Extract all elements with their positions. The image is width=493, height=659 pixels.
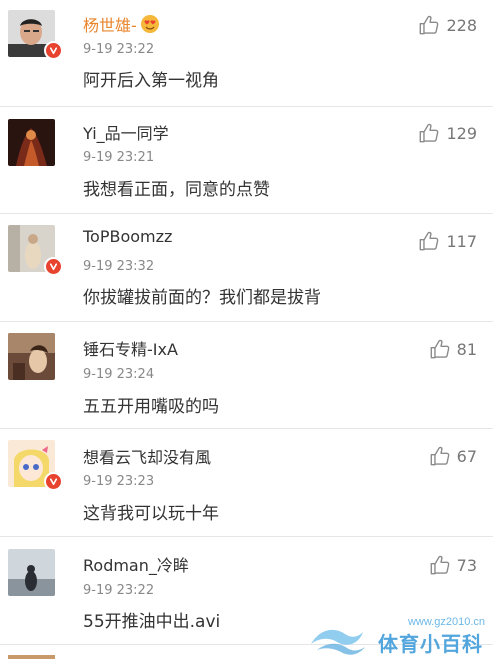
avatar[interactable] [8,333,55,380]
comment-text: 阿开后入第一视角 [83,71,219,91]
comment-item: Yi_品一同学 9-19 23:21 我想看正面，同意的点赞 129 [0,107,493,214]
watermark-url: www.gz2010.cn [407,616,485,628]
verified-badge-icon [44,41,63,60]
comment-item: ToPBoomzz 9-19 23:32 你拔罐拔前面的？我们都是拔背 117 [0,214,493,322]
comment-time: 9-19 23:22 [83,42,155,57]
verified-badge-icon [44,257,63,276]
comment-text: 我想看正面，同意的点赞 [83,180,270,200]
thumbs-up-icon [429,554,451,576]
comment-time: 9-19 23:32 [83,259,155,274]
username[interactable]: ToPBoomzz [83,227,172,246]
thumbs-up-icon [418,122,440,144]
wave-logo-icon [311,629,365,655]
avatar[interactable] [8,549,55,596]
comment-time: 9-19 23:21 [83,150,155,165]
like-button[interactable]: 67 [429,445,477,467]
comment-item: 杨世雄- 9-19 23:22 阿开后入第一视角 228 [0,0,493,107]
username[interactable]: Yi_品一同学 [83,120,169,144]
like-button[interactable]: 117 [418,230,477,252]
username[interactable]: Rodman_冷眸 [83,552,189,576]
heart-eyes-emoji-icon [140,14,160,38]
verified-badge-icon [44,472,63,491]
comment-item: 锤石专精-IxA 9-19 23:24 五五开用嘴吸的吗 81 [0,322,493,429]
like-button[interactable]: 81 [429,338,477,360]
like-button[interactable]: 228 [418,14,477,36]
like-button[interactable]: 73 [429,554,477,576]
thumbs-up-icon [429,338,451,360]
username[interactable]: 想看云飞却没有風 [83,444,211,468]
thumbs-up-icon [418,230,440,252]
like-count: 81 [456,339,477,359]
username[interactable]: 杨世雄- [83,12,160,38]
like-count: 73 [456,555,477,575]
comment-item: 想看云飞却没有風 9-19 23:23 这背我可以玩十年 67 [0,429,493,537]
watermark-title: 体育小百科 [378,632,483,656]
like-button[interactable]: 129 [418,122,477,144]
avatar[interactable] [8,119,55,166]
watermark: www.gz2010.cn 体育小百科 [307,616,487,656]
comment-time: 9-19 23:23 [83,474,155,489]
thumbs-up-icon [418,14,440,36]
comment-text: 五五开用嘴吸的吗 [83,397,219,417]
like-count: 228 [446,15,477,35]
comment-text: 这背我可以玩十年 [83,504,219,524]
comment-text: 你拔罐拔前面的？我们都是拔背 [83,288,321,308]
comment-time: 9-19 23:24 [83,367,155,382]
like-count: 129 [446,123,477,143]
avatar[interactable] [8,655,55,659]
username[interactable]: 锤石专精-IxA [83,336,178,360]
comment-text: 55开推油中出.avi [83,612,221,632]
comment-time: 9-19 23:22 [83,583,155,598]
like-count: 67 [456,446,477,466]
like-count: 117 [446,231,477,251]
thumbs-up-icon [429,445,451,467]
